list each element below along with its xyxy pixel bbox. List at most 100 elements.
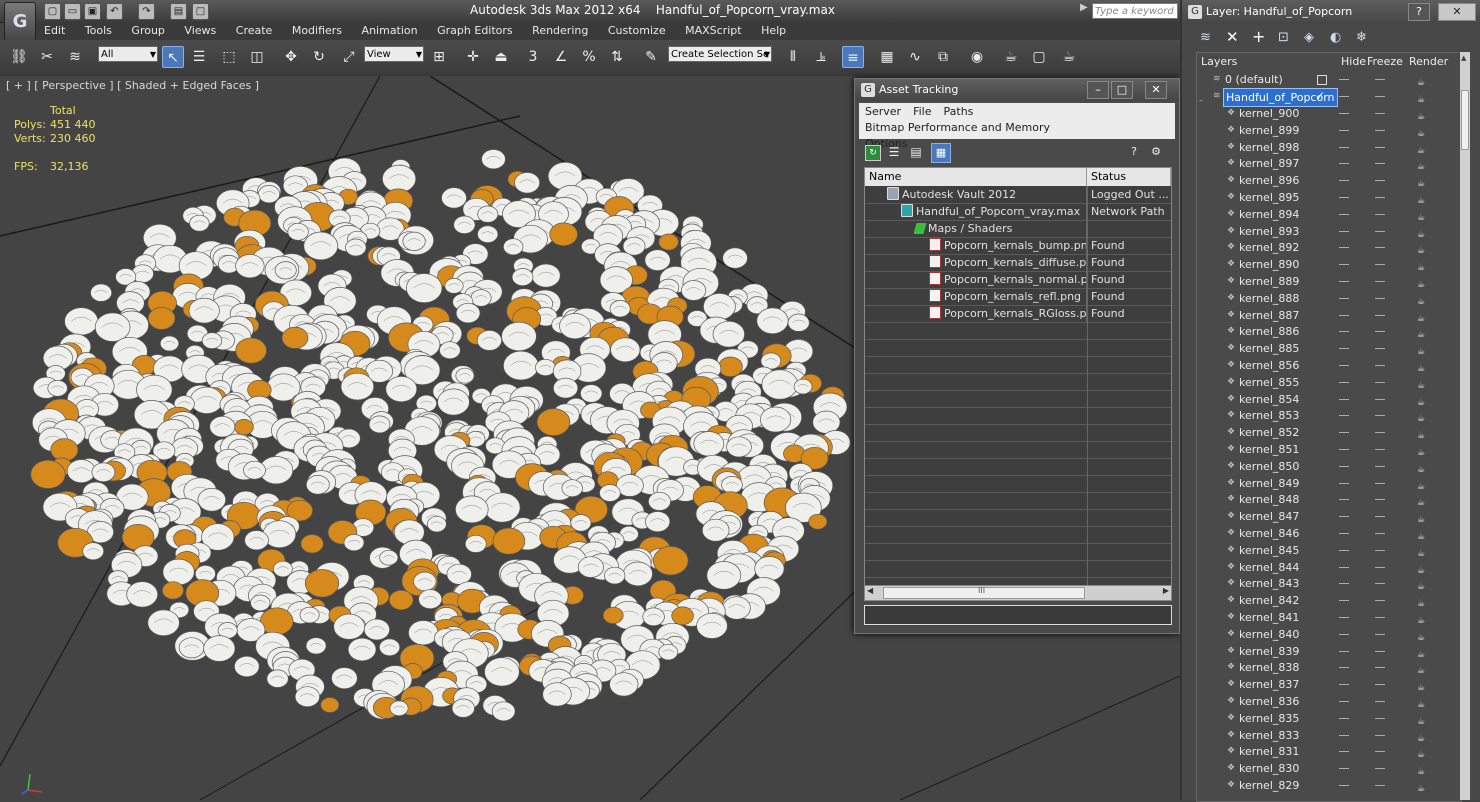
schematic-view-icon[interactable]: ⧉: [932, 46, 954, 68]
layer-manager-button[interactable]: ≡: [842, 46, 864, 68]
add-to-layer-icon[interactable]: +: [1252, 27, 1265, 46]
spinner-snap-icon[interactable]: ⇅: [606, 46, 628, 68]
keyword-search-input[interactable]: Type a keyword or phrase: [1092, 3, 1178, 19]
menu-paths[interactable]: Paths: [938, 103, 980, 119]
layer-row-kernel[interactable]: ❖ kernel_886 ☕: [1197, 323, 1447, 340]
scroll-right-icon[interactable]: ▶: [1163, 586, 1169, 595]
keyboard-shortcut-icon[interactable]: ⏏: [490, 46, 512, 68]
current-layer-check-icon[interactable]: ✓: [1315, 88, 1325, 105]
window-crossing-icon[interactable]: ◫: [246, 46, 268, 68]
column-header-layers[interactable]: Layers: [1201, 53, 1237, 71]
menu-customize[interactable]: Customize: [600, 22, 674, 40]
edit-named-selection-icon[interactable]: ✎: [640, 46, 662, 68]
viewport-label[interactable]: [ + ] [ Perspective ] [ Shaded + Edged F…: [6, 79, 259, 92]
rendered-frame-icon[interactable]: ▢: [1028, 46, 1050, 68]
save-icon[interactable]: ▣: [84, 3, 101, 20]
curve-editor-icon[interactable]: ∿: [904, 46, 926, 68]
help-icon[interactable]: ?: [1127, 145, 1141, 159]
close-button[interactable]: ✕: [1145, 81, 1167, 99]
reference-coordinate-dropdown[interactable]: View ▼: [364, 46, 424, 62]
unlink-icon[interactable]: ✂: [36, 46, 58, 68]
menu-group[interactable]: Group: [123, 22, 173, 40]
menu-rendering[interactable]: Rendering: [524, 22, 596, 40]
move-icon[interactable]: ✥: [280, 46, 302, 68]
project-folder-icon[interactable]: ▤: [170, 3, 187, 20]
scroll-thumb[interactable]: III: [883, 586, 1085, 599]
asset-row[interactable]: Popcorn_kernals_normal.png Found: [865, 271, 1171, 289]
named-selection-dropdown[interactable]: Create Selection Se ▼: [668, 46, 772, 62]
layer-row-kernel[interactable]: ❖ kernel_848 ☕: [1197, 491, 1447, 508]
column-header-name[interactable]: Name: [865, 168, 1087, 186]
layer-row-kernel[interactable]: ❖ kernel_898 ☕: [1197, 139, 1447, 156]
layer-row-kernel[interactable]: ❖ kernel_843 ☕: [1197, 575, 1447, 592]
layer-row-handful-of-popcorn[interactable]: – ≋ Handful_of_Popcorn ✓ ☕: [1197, 88, 1447, 107]
settings-icon[interactable]: ⚙: [1149, 145, 1163, 159]
percent-snap-icon[interactable]: %: [578, 46, 600, 68]
undo-icon[interactable]: ↶: [106, 3, 123, 20]
bind-spacewarp-icon[interactable]: ≋: [64, 46, 86, 68]
layer-row-kernel[interactable]: ❖ kernel_850 ☕: [1197, 458, 1447, 475]
layer-row-kernel[interactable]: ❖ kernel_899 ☕: [1197, 122, 1447, 139]
open-file-icon[interactable]: ▭: [64, 3, 81, 20]
asset-horizontal-scrollbar[interactable]: ◀ III ▶: [864, 585, 1172, 601]
tree-view-icon[interactable]: ▤: [909, 145, 923, 159]
layer-row-kernel[interactable]: ❖ kernel_829 ☕: [1197, 777, 1447, 794]
layer-row-kernel[interactable]: ❖ kernel_856 ☕: [1197, 357, 1447, 374]
layer-row-kernel[interactable]: ❖ kernel_894 ☕: [1197, 206, 1447, 223]
layer-row-kernel[interactable]: ❖ kernel_892 ☕: [1197, 239, 1447, 256]
layer-row-kernel[interactable]: ❖ kernel_839 ☕: [1197, 643, 1447, 660]
layer-row-kernel[interactable]: ❖ kernel_841 ☕: [1197, 609, 1447, 626]
layer-row-kernel[interactable]: ❖ kernel_889 ☕: [1197, 273, 1447, 290]
layer-row-kernel[interactable]: ❖ kernel_849 ☕: [1197, 475, 1447, 492]
scale-icon[interactable]: ⤢: [338, 46, 360, 68]
hide-all-icon[interactable]: ◐: [1330, 30, 1341, 45]
rectangular-selection-icon[interactable]: ⬚: [218, 46, 240, 68]
layer-vertical-scrollbar[interactable]: ▲: [1460, 52, 1470, 800]
menu-server[interactable]: Server: [859, 103, 907, 119]
menu-maxscript[interactable]: MAXScript: [677, 22, 749, 40]
layer-row-kernel[interactable]: ❖ kernel_854 ☕: [1197, 391, 1447, 408]
delete-layer-icon[interactable]: ✕: [1226, 28, 1239, 46]
material-editor-icon[interactable]: ◉: [966, 46, 988, 68]
menu-help[interactable]: Help: [753, 22, 794, 40]
layer-row-kernel[interactable]: ❖ kernel_838 ☕: [1197, 659, 1447, 676]
select-in-layer-icon[interactable]: ⊡: [1278, 30, 1289, 45]
graphite-ribbon-icon[interactable]: ▦: [876, 46, 898, 68]
align-icon[interactable]: ⫡: [810, 46, 832, 68]
table-view-icon[interactable]: ▦: [931, 143, 951, 163]
layer-row-kernel[interactable]: ❖ kernel_897 ☕: [1197, 155, 1447, 172]
help-button[interactable]: ?: [1408, 3, 1430, 21]
layer-row-kernel[interactable]: ❖ kernel_888 ☕: [1197, 290, 1447, 307]
menu-file[interactable]: File: [907, 103, 937, 119]
minimize-button[interactable]: –: [1087, 81, 1109, 99]
asset-tracking-titlebar[interactable]: G Asset Tracking – □ ✕: [855, 79, 1179, 101]
menu-edit[interactable]: Edit: [36, 22, 73, 40]
maximize-button[interactable]: □: [1111, 81, 1133, 99]
layer-row-kernel[interactable]: ❖ kernel_851 ☕: [1197, 441, 1447, 458]
layer-row-kernel[interactable]: ❖ kernel_840 ☕: [1197, 626, 1447, 643]
menu-modifiers[interactable]: Modifiers: [284, 22, 350, 40]
asset-row[interactable]: Popcorn_kernals_bump.png Found: [865, 237, 1171, 255]
menu-views[interactable]: Views: [176, 22, 224, 40]
layer-manager-titlebar[interactable]: G Layer: Handful_of_Popcorn ? ✕: [1182, 0, 1480, 24]
layer-row-kernel[interactable]: ❖ kernel_896 ☕: [1197, 172, 1447, 189]
render-production-icon[interactable]: ☕: [1058, 46, 1080, 68]
create-layer-icon[interactable]: ≋: [1200, 30, 1211, 45]
mirror-icon[interactable]: ⫴: [782, 46, 804, 68]
menu-create[interactable]: Create: [228, 22, 281, 40]
layer-row-kernel[interactable]: ❖ kernel_846 ☕: [1197, 525, 1447, 542]
current-layer-box[interactable]: [1317, 75, 1327, 85]
asset-row[interactable]: Maps / Shaders: [865, 220, 1171, 238]
new-file-icon[interactable]: ▢: [44, 3, 61, 20]
layer-row-kernel[interactable]: ❖ kernel_885 ☕: [1197, 340, 1447, 357]
select-manipulate-icon[interactable]: ✛: [462, 46, 484, 68]
render-toggle-icon[interactable]: ☕: [1417, 781, 1425, 798]
rotate-icon[interactable]: ↻: [308, 46, 330, 68]
selection-filter-dropdown[interactable]: All ▼: [98, 46, 158, 62]
layer-row-kernel[interactable]: ❖ kernel_852 ☕: [1197, 424, 1447, 441]
refresh-icon[interactable]: ↻: [865, 145, 881, 161]
select-object-button[interactable]: ↖: [162, 46, 184, 68]
layer-row-kernel[interactable]: ❖ kernel_831 ☕: [1197, 743, 1447, 760]
app-logo-icon[interactable]: G: [4, 2, 36, 42]
scroll-left-icon[interactable]: ◀: [867, 586, 873, 595]
